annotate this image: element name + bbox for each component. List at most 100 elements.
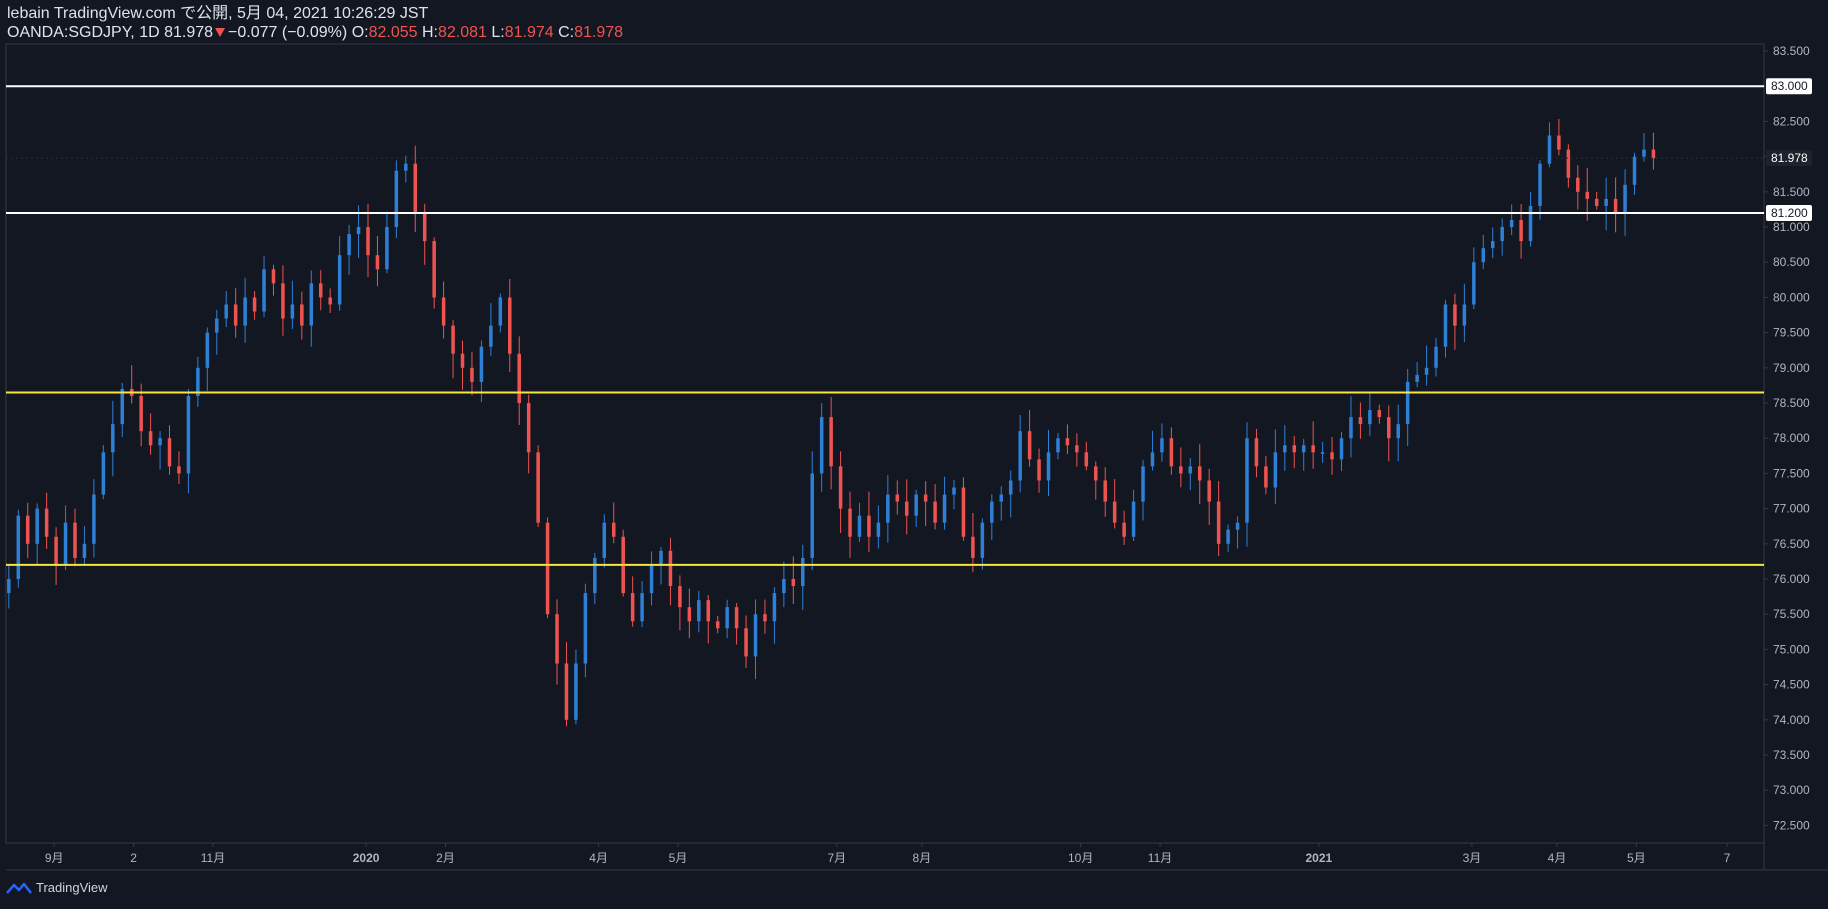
down-triangle-icon [215, 28, 226, 38]
y-tick-label: 74.000 [1773, 713, 1810, 727]
y-tick-label: 72.500 [1773, 818, 1810, 832]
candle-body [318, 283, 323, 298]
candle-body [1046, 452, 1051, 481]
x-tick-label: 11月 [1148, 851, 1172, 865]
candle-body [583, 593, 588, 664]
candle-body [44, 508, 49, 537]
symbol-label[interactable]: OANDA:SGDJPY, 1D [7, 24, 160, 41]
candle-body [564, 663, 569, 720]
candle-body [819, 417, 824, 474]
candle-body [1292, 445, 1297, 453]
candle-body [1084, 452, 1089, 467]
candle-body [526, 403, 531, 453]
candle-body [1018, 431, 1022, 481]
x-tick-label: 8月 [913, 851, 932, 865]
candle-body [1651, 149, 1656, 159]
candle-body [630, 593, 635, 622]
candle-body [300, 304, 304, 326]
candle-body [801, 557, 805, 587]
tradingview-logo[interactable]: TradingView [6, 880, 108, 895]
candle-body [1112, 501, 1117, 523]
candle-body [25, 515, 30, 544]
candle-body [1642, 149, 1646, 157]
candle-body [224, 304, 228, 319]
x-tick-label: 5月 [669, 851, 688, 865]
candle-body [904, 501, 909, 516]
candle-body [744, 628, 748, 657]
candle-body [706, 600, 711, 622]
candle-body [791, 579, 796, 587]
candle-body [1434, 346, 1438, 368]
y-tick-label: 73.000 [1773, 783, 1810, 797]
y-tick-label: 75.500 [1773, 607, 1810, 621]
candle-body [328, 297, 332, 305]
candle-body [111, 424, 115, 453]
candle-body [422, 212, 427, 242]
candle-body [829, 417, 833, 467]
candle-body [1604, 198, 1608, 206]
candle-body [659, 550, 663, 565]
candle-body [63, 522, 68, 565]
x-tick-label: 9月 [45, 851, 64, 865]
price-chart[interactable]: 83.50083.00082.50082.00081.50081.00080.5… [0, 0, 1828, 909]
candle-body [1538, 163, 1542, 206]
candle-body [1566, 149, 1571, 178]
high-label: H: [421, 24, 438, 41]
candle-body [1613, 198, 1618, 213]
candle-body [1528, 205, 1533, 242]
y-tick-label: 76.000 [1773, 572, 1810, 586]
tradingview-logo-icon [6, 882, 32, 894]
candle-body [1481, 248, 1486, 263]
candle-body [1179, 466, 1183, 474]
x-tick-label: 7月 [827, 851, 846, 865]
candle-body [782, 579, 786, 594]
candle-body [668, 550, 673, 587]
y-tick-label: 79.000 [1773, 361, 1810, 375]
candle-body [35, 508, 39, 544]
candle-body [498, 297, 503, 326]
candle-body [120, 388, 125, 425]
candle-body [1405, 381, 1410, 425]
candle-body [687, 607, 692, 622]
candle-body [7, 579, 11, 594]
candle-body [1349, 417, 1353, 439]
candle-body [1358, 417, 1363, 425]
close-value: 81.978 [574, 24, 624, 41]
candle-body [1056, 438, 1060, 453]
candle-body [337, 255, 342, 305]
candle-body [366, 227, 370, 256]
candle-body [92, 494, 96, 544]
candle-body [1443, 304, 1448, 347]
y-tick-label: 79.500 [1773, 326, 1810, 340]
candle-body [413, 163, 418, 213]
candle-body [602, 522, 607, 558]
candle-body [810, 473, 814, 558]
candle-body [1122, 522, 1126, 537]
y-tick-label: 76.500 [1773, 537, 1810, 551]
candle-body [914, 494, 918, 516]
candle-body [933, 501, 937, 523]
candle-body [385, 227, 389, 270]
candle-body [753, 614, 758, 657]
candle-body [16, 515, 21, 580]
candle-body [640, 593, 644, 622]
candle-body [205, 332, 210, 368]
candle-body [215, 318, 219, 333]
candle-body [1387, 417, 1391, 439]
close-label: C: [558, 24, 575, 41]
candle-body [54, 536, 58, 565]
x-tick-label: 4月 [589, 851, 608, 865]
candle-body [517, 353, 521, 404]
candle-body [593, 557, 597, 594]
y-tick-label: 83.500 [1773, 44, 1810, 58]
y-tick-label: 78.500 [1773, 396, 1810, 410]
high-value: 82.081 [437, 24, 487, 41]
candle-body [1377, 410, 1382, 418]
candle-body [489, 325, 493, 347]
candle-body [1197, 466, 1202, 481]
candle-body [1472, 262, 1476, 305]
candle-body [848, 508, 852, 537]
candle-body [734, 607, 739, 629]
candle-body [73, 522, 77, 558]
candle-body [895, 494, 900, 502]
